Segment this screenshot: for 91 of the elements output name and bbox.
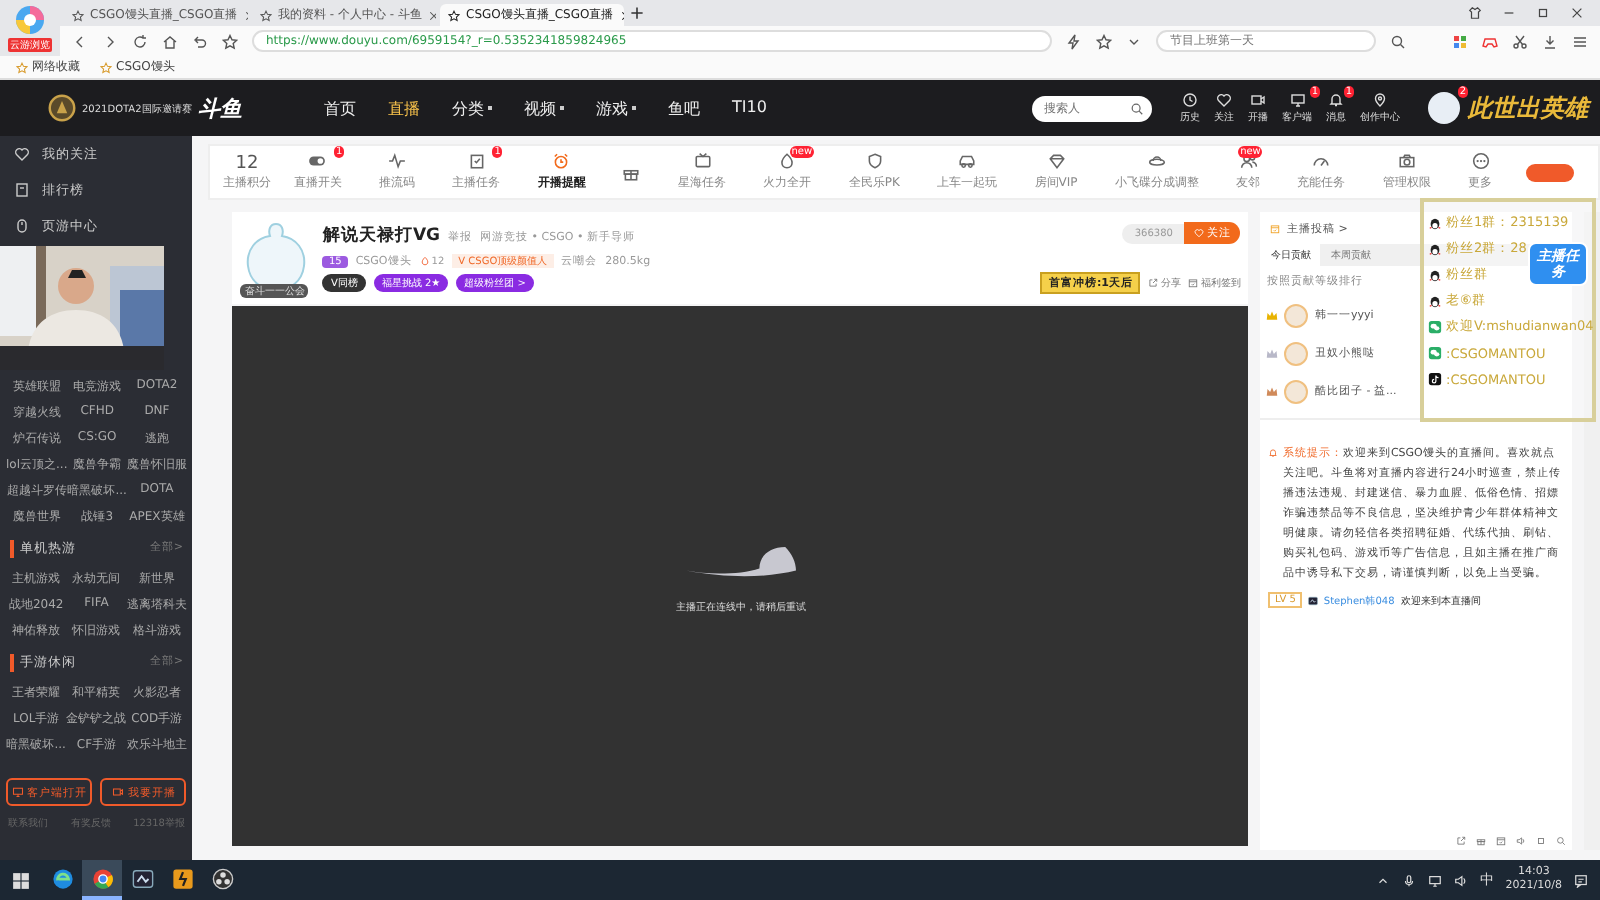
user-avatar [1284,379,1309,403]
score-value: 12 [235,153,259,173]
nav-link[interactable]: 视频 [524,97,564,119]
nav-link[interactable]: 首页 [324,97,356,119]
restore-icon[interactable] [1536,836,1547,846]
car-icon [958,152,977,170]
bell-icon [1268,448,1279,458]
browser-logo-icon[interactable] [14,4,46,36]
gauge-icon [1312,152,1331,170]
browser-icon [91,867,113,889]
search-icon[interactable] [1390,33,1406,49]
clipboard-icon [467,152,486,170]
star-icon [260,9,272,21]
star-icon [72,9,84,21]
music-note-icon [1428,372,1442,386]
scissors-icon[interactable] [1512,33,1528,49]
diamond-icon [1047,152,1066,170]
gift-icon[interactable] [1476,836,1487,846]
chat-bubbles-icon [1428,346,1442,360]
taskbar-app[interactable] [82,860,122,900]
nav-link[interactable]: 直播 [388,97,420,119]
penguin-icon [1428,268,1442,282]
calendar-icon [1270,223,1281,233]
chat-bubbles-icon [1428,320,1442,334]
plus-icon[interactable] [628,4,646,22]
tv-icon [693,152,712,170]
share-icon[interactable] [1456,836,1467,846]
flame-icon [778,152,797,170]
nav-link[interactable]: 游戏 [596,97,636,119]
clock-icon [1182,92,1198,108]
notification-icon[interactable] [1574,873,1588,887]
heart-icon [14,146,30,162]
nav-link[interactable]: 分类 [452,97,492,119]
chevron-up-icon[interactable] [1375,873,1390,887]
apps-icon[interactable] [1452,33,1468,49]
calendar-icon [1188,278,1199,288]
more-icon [1471,152,1490,170]
menu-icon[interactable] [1572,33,1588,49]
star-icon [448,9,460,21]
camera-icon [1397,152,1416,170]
heart-icon [1194,228,1205,238]
streamer-name: 解说天禄打VG [322,224,441,248]
lightning-icon[interactable] [1066,33,1082,49]
penguin-icon [1428,294,1442,308]
download-icon[interactable] [1542,33,1558,49]
monitor-icon [1289,92,1305,108]
monitor-icon [11,786,24,798]
game-icon [171,867,193,889]
user-avatar [1284,303,1309,327]
flame-icon [419,256,430,266]
nav-link[interactable]: 鱼吧 [668,97,700,119]
waveform-icon [387,152,406,170]
star-icon [16,61,28,73]
star-icon [100,61,112,73]
shield-icon [865,152,884,170]
site-logo[interactable]: 斗鱼 [197,93,242,123]
bell-icon [1328,92,1344,108]
location-pin-icon [1372,92,1388,108]
mouse-icon [14,218,30,234]
restore-icon[interactable] [1536,6,1550,20]
book-icon [14,182,30,198]
calendar-icon[interactable] [1496,836,1507,846]
star-icon[interactable] [222,33,238,49]
heart-icon [1216,92,1232,108]
promo-badge[interactable] [1526,163,1575,181]
alarm-clock-icon [552,152,571,170]
windows-logo-icon[interactable] [12,871,30,889]
microphone-icon[interactable] [1401,873,1416,887]
minimize-icon[interactable] [1502,6,1516,20]
game-controller-icon[interactable] [1482,33,1498,49]
star-icon[interactable] [1096,33,1112,49]
video-camera-icon [111,786,124,798]
user-avatar [1284,341,1309,365]
nav-link[interactable]: TI10 [732,97,767,119]
app-icon [1307,595,1318,605]
video-camera-icon [1250,92,1266,108]
toggle-icon [308,152,327,170]
record-icon [211,867,233,889]
search-icon[interactable] [1130,101,1144,115]
browser-icon [51,867,73,889]
ufo-icon [1147,152,1166,170]
app-icon [131,867,153,889]
network-icon[interactable] [1427,873,1442,887]
penguin-icon [1428,242,1442,256]
home-icon[interactable] [162,33,178,49]
shirt-icon[interactable] [1468,6,1482,20]
emblem-icon [48,94,76,122]
event-title: 此世出英雄 [1468,91,1588,125]
undo-icon[interactable] [192,33,208,49]
share-icon [1148,278,1159,288]
reload-icon[interactable] [132,33,148,49]
